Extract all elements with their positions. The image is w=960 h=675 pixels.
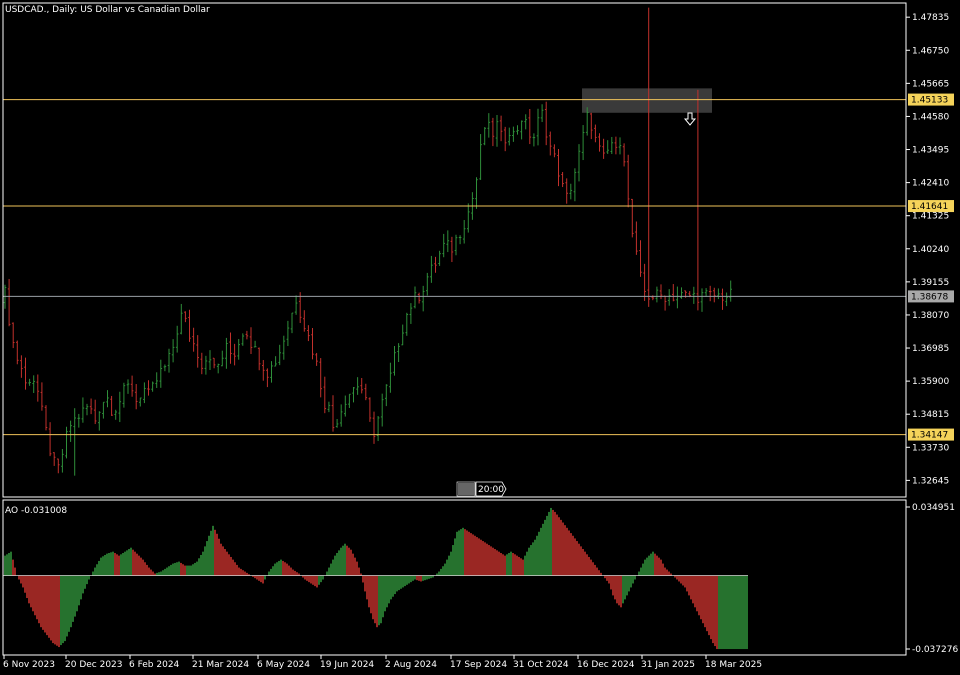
ao-tick-label: -0.037276 (912, 645, 958, 655)
ao-pane-frame (2, 499, 907, 656)
date-tick-label: 16 Dec 2024 (577, 660, 635, 670)
price-pane-frame (2, 2, 907, 498)
down-arrow-icon (683, 112, 697, 126)
price-tick-label: 1.39155 (912, 278, 949, 288)
date-tick-label: 21 Mar 2024 (192, 660, 249, 670)
price-tick-label: 1.42410 (912, 179, 949, 189)
current-price-label: 1.38678 (911, 292, 948, 302)
price-tick-label: 1.33730 (912, 443, 949, 453)
resistance-zone (582, 88, 712, 113)
date-tick-label: 31 Oct 2024 (513, 660, 569, 670)
time-marker-label: 20:00 (478, 485, 504, 495)
date-tick-label: 31 Jan 2025 (641, 660, 695, 670)
ao-tick-label: 0.034951 (912, 503, 955, 513)
level-price-label: 1.45133 (911, 96, 948, 106)
price-tick-label: 1.45665 (912, 79, 949, 89)
price-tick-label: 1.46750 (912, 46, 949, 56)
date-tick-label: 17 Sep 2024 (450, 660, 507, 670)
time-marker-stripes (456, 481, 476, 497)
date-tick-label: 19 Jun 2024 (320, 660, 374, 670)
price-tick-label: 1.38070 (912, 311, 949, 321)
level-price-label: 1.41641 (911, 202, 948, 212)
price-tick-label: 1.35900 (912, 377, 949, 387)
date-tick-label: 6 Nov 2023 (3, 660, 55, 670)
date-tick-label: 2 Aug 2024 (385, 660, 437, 670)
price-tick-label: 1.36985 (912, 344, 949, 354)
date-tick-label: 6 Feb 2024 (129, 660, 180, 670)
price-tick-label: 1.43495 (912, 146, 949, 156)
level-price-label: 1.34147 (911, 431, 948, 441)
price-tick-label: 1.32645 (912, 476, 949, 486)
chart-canvas[interactable]: USDCAD., Daily: US Dollar vs Canadian Do… (0, 0, 960, 675)
price-tick-label: 1.40240 (912, 245, 949, 255)
date-tick-label: 18 Mar 2025 (705, 660, 762, 670)
ao-pane[interactable] (3, 507, 748, 650)
chart-title: USDCAD., Daily: US Dollar vs Canadian Do… (5, 5, 210, 15)
price-tick-label: 1.44580 (912, 112, 949, 122)
price-tick-label: 1.41325 (912, 212, 949, 222)
date-tick-label: 20 Dec 2023 (65, 660, 123, 670)
price-tick-label: 1.47835 (912, 13, 949, 23)
ao-label: AO -0.031008 (5, 506, 67, 516)
date-tick-label: 6 May 2024 (257, 660, 310, 670)
price-tick-label: 1.34815 (912, 410, 949, 420)
price-pane[interactable] (3, 7, 906, 476)
